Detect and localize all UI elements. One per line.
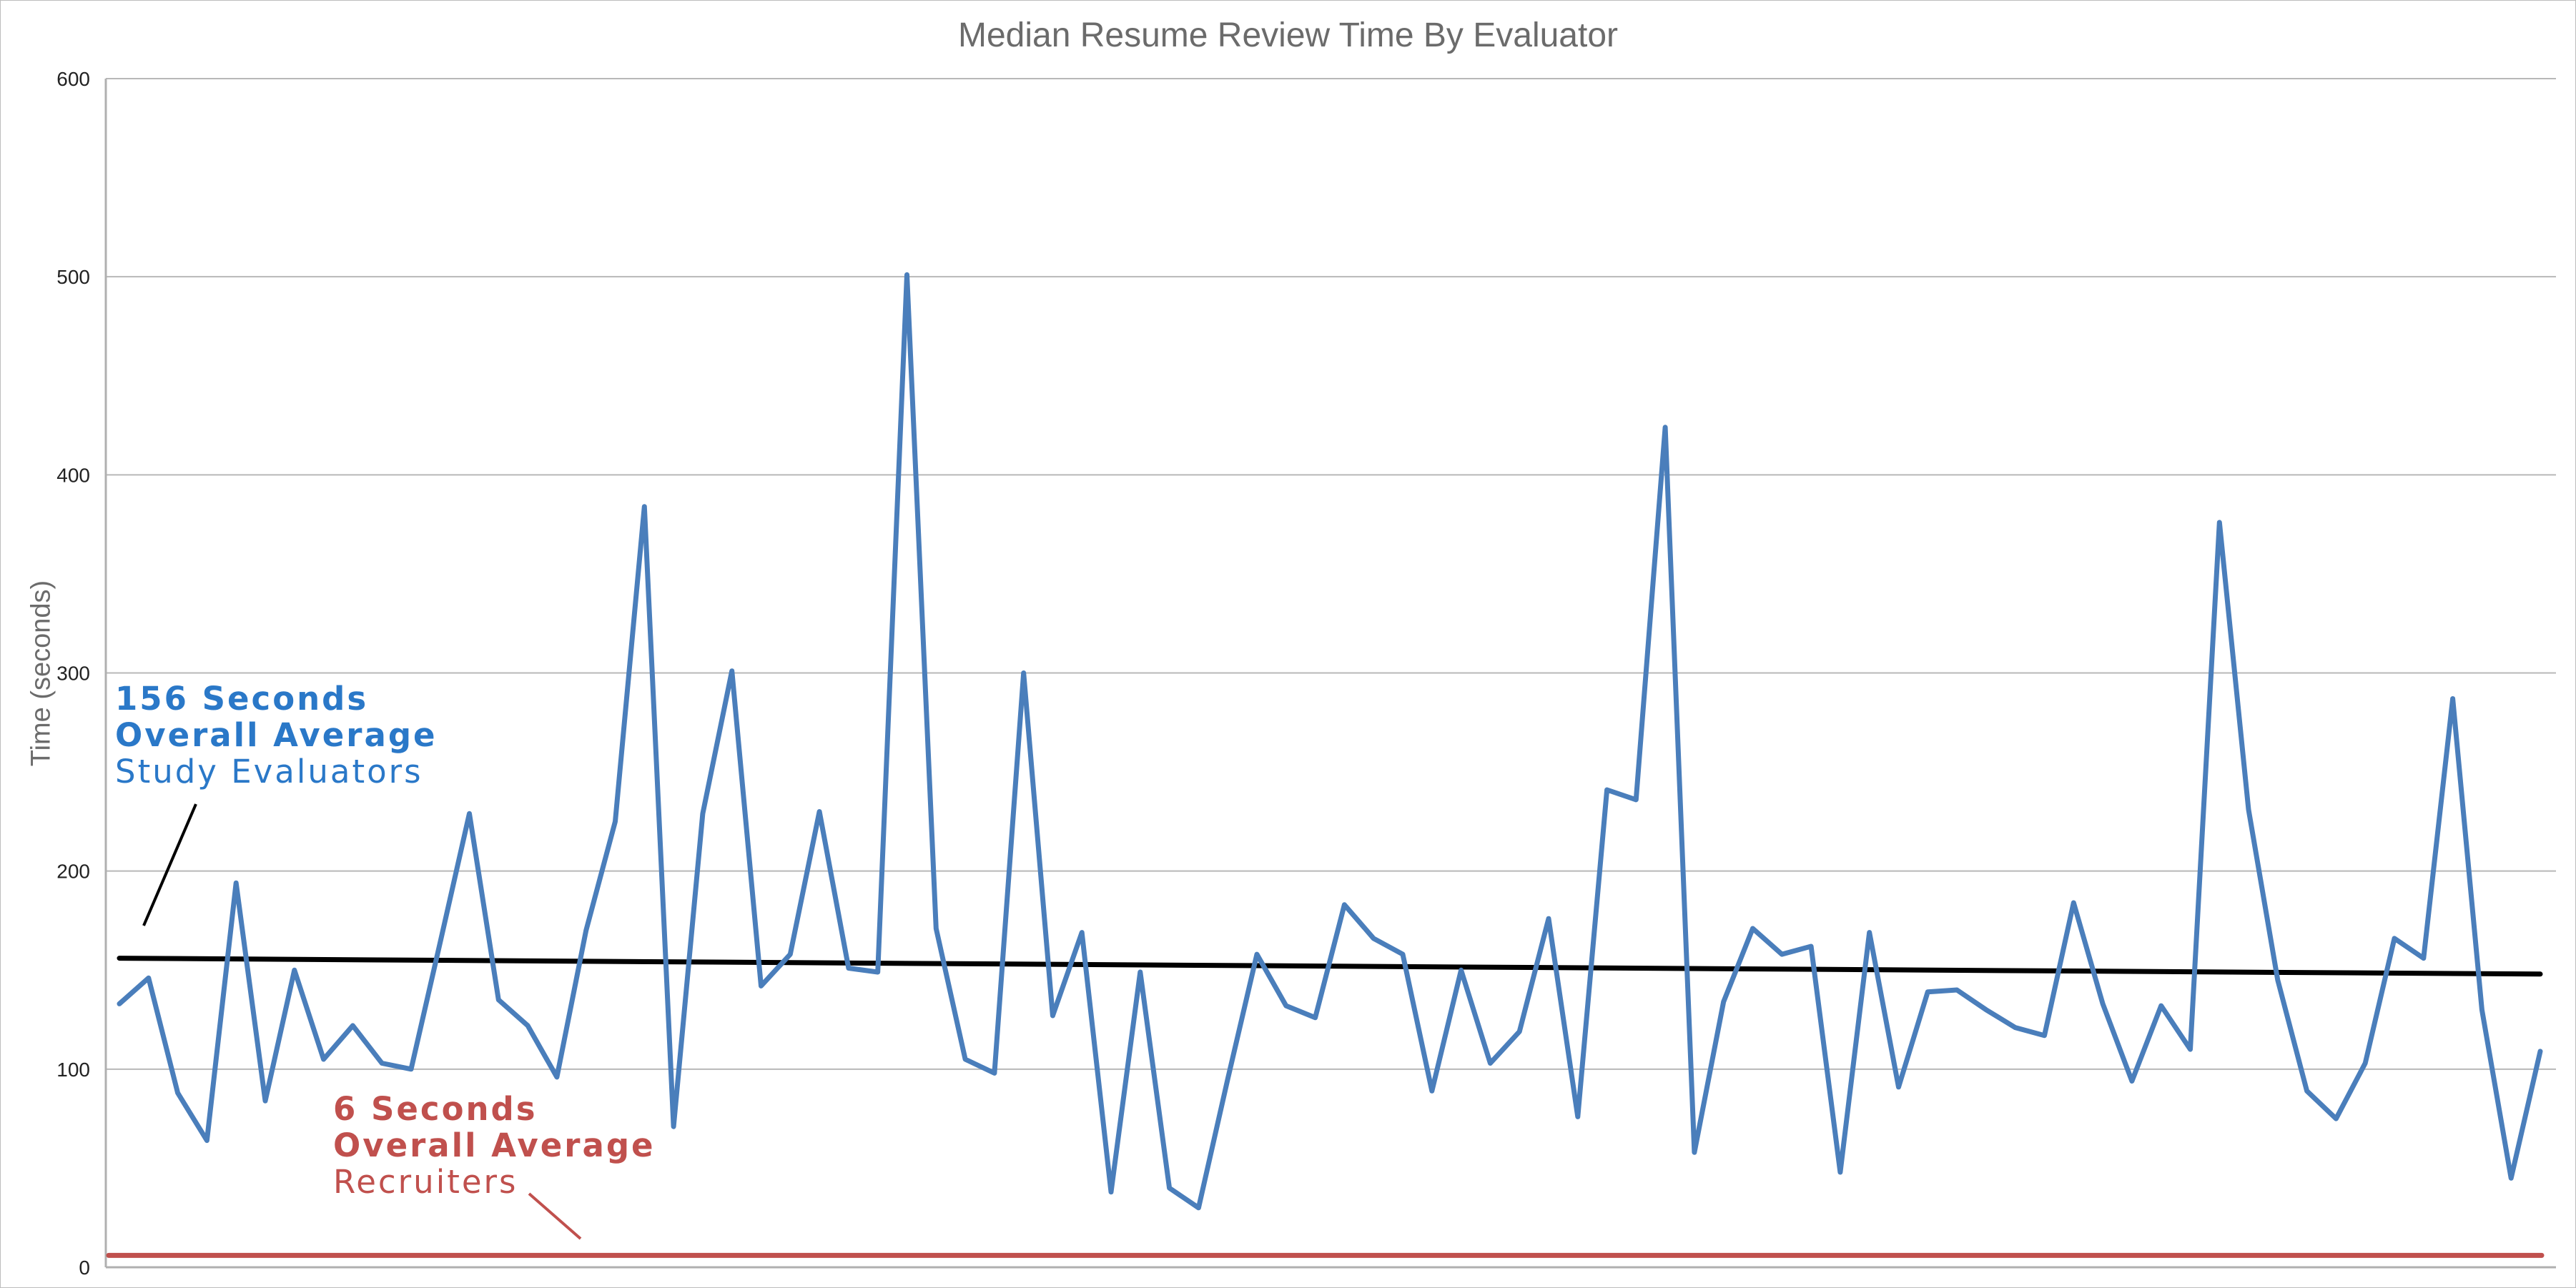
plot-area: 0 100 200 300 400 500 600 156 Seconds Overall …	[56, 68, 2556, 1279]
evaluator-median-line	[117, 272, 2543, 1211]
y-tick-label-0: 0	[79, 1257, 90, 1279]
recruiters-annotation-line3: Recruiters	[333, 1163, 518, 1201]
y-tick-label-300: 300	[56, 663, 90, 685]
evaluators-annotation-line1: 156 Seconds	[115, 680, 368, 718]
evaluators-annotation-line3: Study Evaluators	[115, 753, 423, 791]
y-tick-label-600: 600	[56, 68, 90, 90]
y-tick-label-200: 200	[56, 861, 90, 883]
y-tick-label-500: 500	[56, 266, 90, 288]
y-tick-label-100: 100	[56, 1059, 90, 1081]
recruiters-annotation-line1: 6 Seconds	[333, 1090, 538, 1128]
evaluators-annotation-line2: Overall Average	[115, 716, 438, 754]
recruiters-annotation-line2: Overall Average	[333, 1126, 656, 1164]
y-tick-labels: 0 100 200 300 400 500 600	[56, 68, 90, 1279]
evaluators-callout-line	[142, 803, 197, 926]
recruiters-callout-line	[528, 1192, 582, 1240]
gridlines	[106, 78, 2556, 1070]
y-tick-label-400: 400	[56, 464, 90, 486]
